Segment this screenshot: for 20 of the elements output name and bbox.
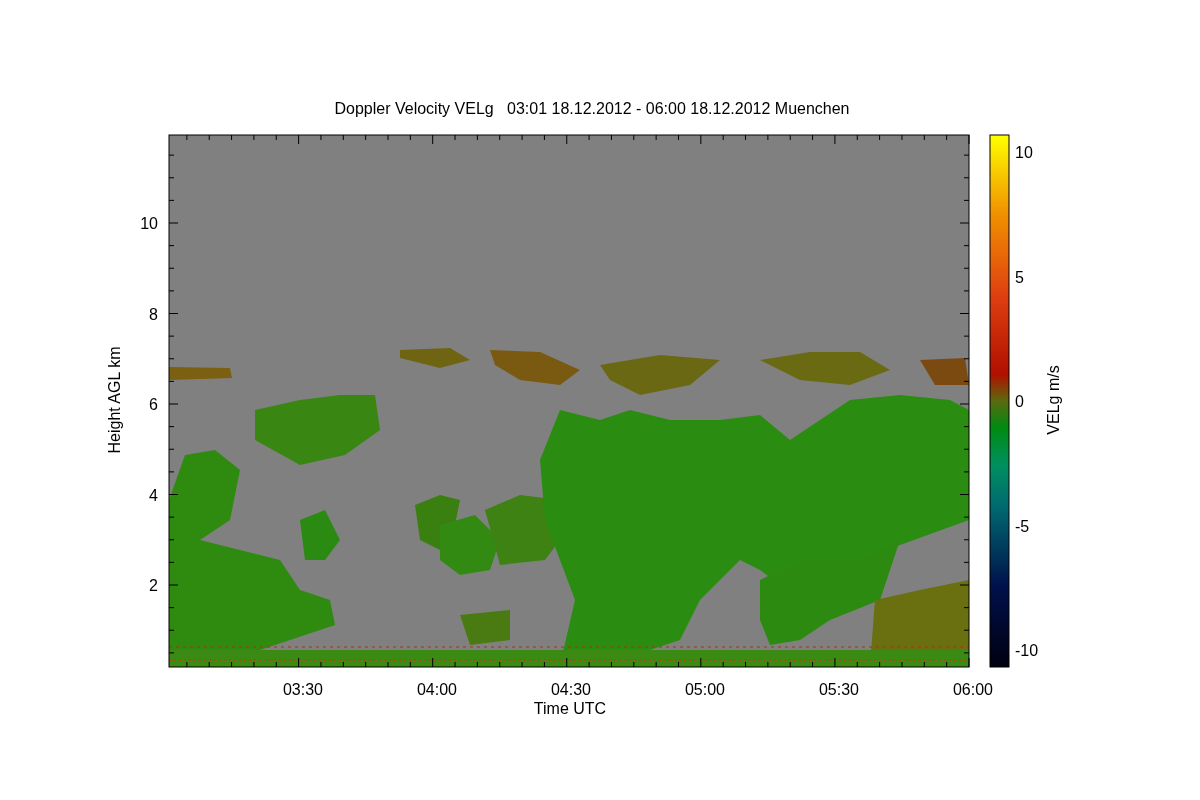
colorbar-label: VELg m/s (1045, 365, 1062, 435)
x-tick-label: 05:30 (819, 681, 859, 698)
x-tick-label: 06:00 (953, 681, 993, 698)
x-tick-label: 04:00 (417, 681, 457, 698)
colorbar-tick-label: 0 (1015, 393, 1024, 410)
y-tick-label: 2 (149, 577, 158, 594)
x-tick-label: 04:30 (551, 681, 591, 698)
chart-title: Doppler Velocity VELg 03:01 18.12.2012 - 06:00 18.12.2012 Muenchen (334, 100, 850, 117)
y-tick-label: 10 (140, 215, 158, 232)
colorbar-tick-label: 5 (1015, 268, 1024, 286)
y-axis-label: Height AGL km (106, 346, 123, 454)
colorbar-tick-label: 10 (1015, 144, 1033, 161)
x-tick-label: 03:30 (283, 681, 323, 698)
x-tick-label: 05:00 (685, 681, 725, 698)
colorbar-tick-label: -10 (1015, 642, 1039, 659)
colorbar-tick-label: -5 (1015, 517, 1030, 535)
y-tick-label: 4 (149, 486, 158, 504)
y-tick-label: 6 (149, 396, 158, 413)
y-tick-label: 8 (149, 305, 158, 323)
x-axis-label: Time UTC (533, 700, 607, 717)
